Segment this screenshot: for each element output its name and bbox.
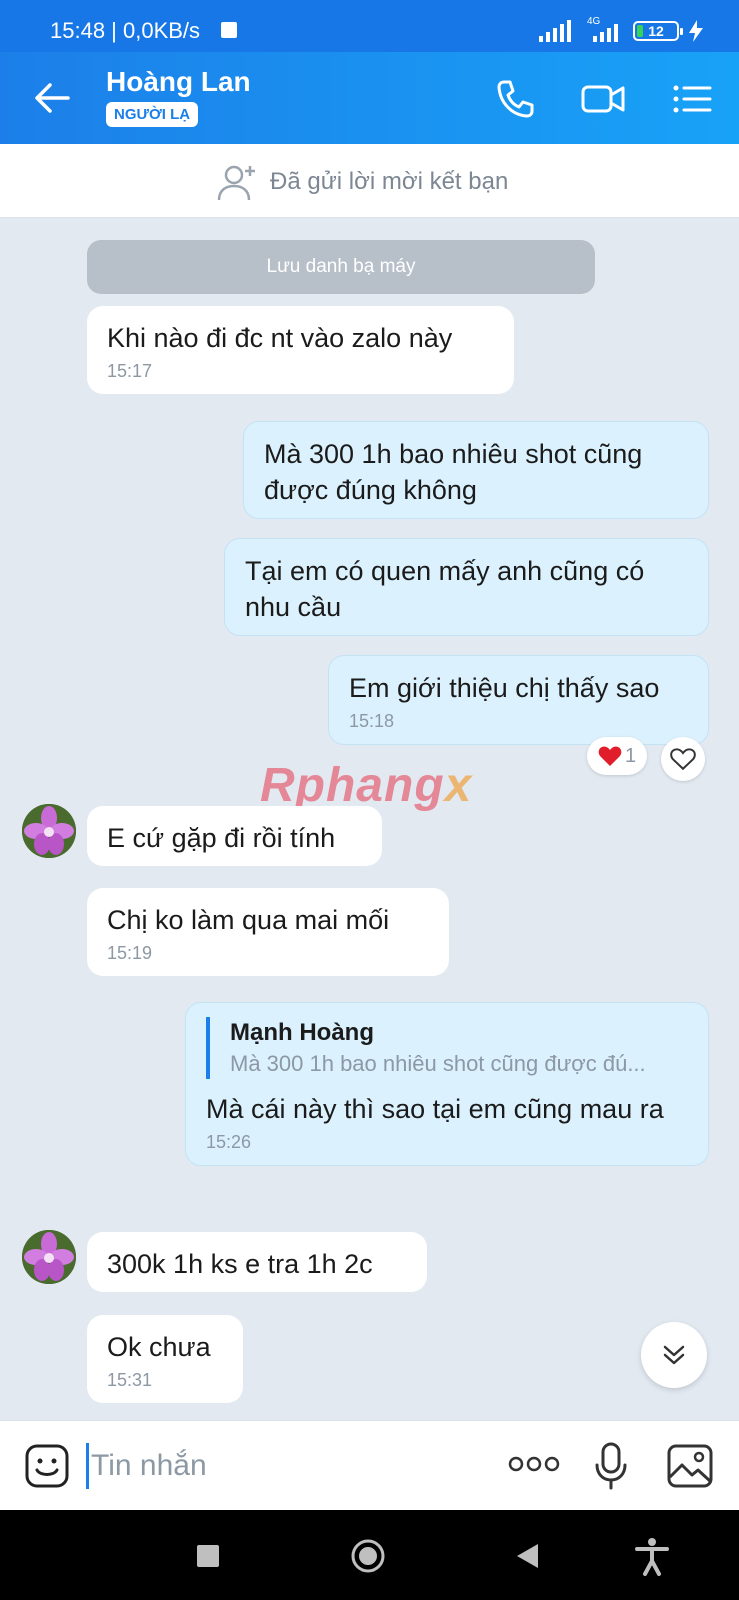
menu-list-icon[interactable]: [670, 76, 716, 122]
phone-call-icon[interactable]: [492, 76, 538, 122]
incoming-message[interactable]: E cứ gặp đi rồi tính: [87, 806, 382, 866]
video-call-icon[interactable]: [580, 76, 626, 122]
image-gallery-icon[interactable]: [666, 1443, 714, 1489]
status-time-speed: 15:48 | 0,0KB/s: [50, 18, 201, 43]
back-icon[interactable]: [508, 1536, 548, 1576]
accessibility-icon[interactable]: [632, 1536, 672, 1576]
friend-request-bar: Đã gửi lời mời kết bạn: [0, 144, 739, 218]
notification-icon: [221, 22, 237, 38]
heart-filled-icon: [598, 746, 622, 766]
home-icon[interactable]: [348, 1536, 388, 1576]
heart-outline-icon: [670, 748, 696, 771]
add-friend-icon: [217, 165, 255, 201]
quoted-message[interactable]: Mạnh Hoàng Mà 300 1h bao nhiêu shot cũng…: [206, 1017, 688, 1079]
outgoing-message[interactable]: Mà 300 1h bao nhiêu shot cũng được đúng …: [243, 421, 709, 519]
double-chevron-down-icon: [663, 1345, 685, 1365]
quoted-text: Mà 300 1h bao nhiêu shot cũng được đú...: [230, 1051, 646, 1076]
message-text: Tại em có quen mấy anh cũng có nhu cầu: [245, 556, 645, 622]
react-button[interactable]: [661, 737, 705, 781]
outgoing-reply-message[interactable]: Mạnh Hoàng Mà 300 1h bao nhiêu shot cũng…: [185, 1002, 709, 1166]
message-text: Chị ko làm qua mai mối: [107, 905, 390, 935]
message-text: Ok chưa: [107, 1332, 211, 1362]
scroll-to-bottom-button[interactable]: [641, 1322, 707, 1388]
message-time: 15:17: [107, 361, 153, 381]
watermark: Rphangx: [260, 758, 472, 813]
incoming-message[interactable]: Chị ko làm qua mai mối 15:19: [87, 888, 449, 976]
watermark-text: Rphang: [260, 759, 445, 812]
message-time: 15:31: [107, 1370, 153, 1390]
heart-reaction-count[interactable]: 1: [587, 737, 647, 775]
watermark-x: x: [444, 759, 473, 812]
more-options-icon[interactable]: [508, 1455, 560, 1473]
message-text: E cứ gặp đi rồi tính: [107, 823, 336, 853]
outgoing-message[interactable]: Em giới thiệu chị thấy sao 15:18: [328, 655, 709, 745]
system-nav-bar: [0, 1510, 739, 1600]
battery-level: 12: [648, 23, 664, 39]
stranger-badge: NGƯỜI LẠ: [106, 102, 199, 127]
incoming-message[interactable]: Ok chưa 15:31: [87, 1315, 243, 1403]
signal-4g-icon: 4G: [583, 16, 623, 42]
recent-apps-icon[interactable]: [188, 1536, 228, 1576]
friend-request-text: Đã gửi lời mời kết bạn: [270, 168, 509, 195]
contact-avatar[interactable]: [22, 804, 76, 858]
message-text: Khi nào đi đc nt vào zalo này: [107, 323, 453, 353]
message-input[interactable]: Tin nhắn: [86, 1443, 486, 1489]
message-time: 15:19: [107, 943, 153, 963]
signal-icon: [539, 20, 571, 42]
message-text: Em giới thiệu chị thấy sao: [349, 673, 660, 703]
chat-area[interactable]: Lưu danh bạ máy Khi nào đi đc nt vào zal…: [0, 218, 739, 1420]
status-bar: 15:48 | 0,0KB/s 4G 12: [0, 0, 739, 52]
chat-header: Hoàng Lan NGƯỜI LẠ: [0, 52, 739, 144]
message-time: 15:18: [349, 711, 395, 731]
quoted-sender: Mạnh Hoàng: [230, 1019, 374, 1046]
outgoing-message[interactable]: Tại em có quen mấy anh cũng có nhu cầu: [224, 538, 709, 636]
contact-avatar[interactable]: [22, 1230, 76, 1284]
charging-icon: [689, 20, 703, 42]
incoming-message[interactable]: 300k 1h ks e tra 1h 2c: [87, 1232, 427, 1292]
message-input-bar: Tin nhắn: [0, 1420, 739, 1510]
microphone-icon[interactable]: [593, 1441, 629, 1491]
contact-name[interactable]: Hoàng Lan: [106, 66, 251, 98]
battery-icon: 12: [633, 21, 683, 41]
message-time: 15:26: [206, 1132, 252, 1152]
message-text: 300k 1h ks e tra 1h 2c: [107, 1249, 373, 1279]
reaction-count: 1: [624, 744, 637, 767]
message-text: Mà 300 1h bao nhiêu shot cũng được đúng …: [264, 439, 643, 505]
save-contact-button[interactable]: Lưu danh bạ máy: [87, 240, 595, 294]
back-arrow-icon[interactable]: [30, 76, 74, 120]
message-text: Mà cái này thì sao tại em cũng mau ra: [206, 1094, 664, 1124]
sticker-emoji-icon[interactable]: [24, 1443, 70, 1489]
incoming-message[interactable]: Khi nào đi đc nt vào zalo này 15:17: [87, 306, 514, 394]
